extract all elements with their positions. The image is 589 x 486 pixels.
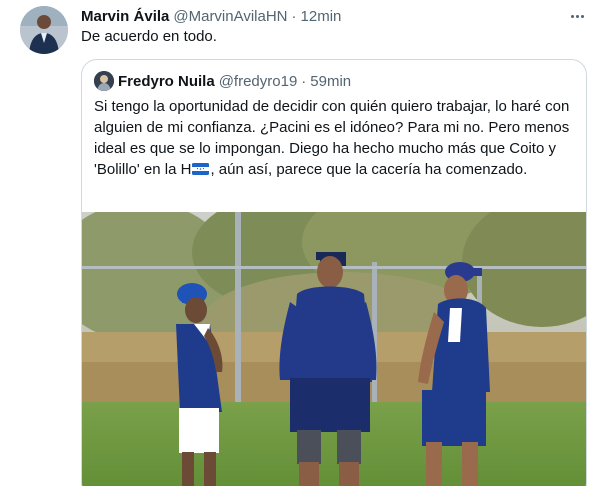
tweet[interactable]: Marvin Ávila @MarvinAvilaHN · 12min De a…	[0, 0, 589, 486]
quoted-tweet-timestamp: 59min	[310, 72, 352, 90]
tweet-timestamp[interactable]: 12min	[301, 8, 342, 25]
author-handle[interactable]: @MarvinAvilaHN	[173, 8, 287, 25]
more-options-icon[interactable]	[566, 6, 588, 26]
tweet-photo[interactable]	[82, 212, 586, 486]
quoted-text-part-2: , aún así, parece que la cacería ha come…	[210, 161, 528, 178]
quoted-tweet[interactable]: Fredyro Nuila @fredyro19 · 59min Si teng…	[81, 59, 587, 486]
separator-dot: ·	[301, 72, 307, 90]
quoted-tweet-text: Si tengo la oportunidad de decidir con q…	[94, 96, 578, 180]
quoted-author-handle: @fredyro19	[218, 72, 298, 90]
author-name[interactable]: Marvin Ávila	[81, 8, 169, 25]
separator-dot: ·	[291, 7, 297, 25]
tweet-header: Marvin Ávila @MarvinAvilaHN · 12min	[81, 6, 341, 26]
author-avatar[interactable]	[20, 6, 68, 54]
quoted-author-name: Fredyro Nuila	[118, 72, 215, 90]
quoted-author-avatar	[94, 71, 114, 91]
honduras-flag-icon	[192, 160, 210, 175]
tweet-text: De acuerdo en todo.	[81, 28, 217, 45]
quoted-tweet-header: Fredyro Nuila @fredyro19 · 59min	[94, 71, 351, 91]
